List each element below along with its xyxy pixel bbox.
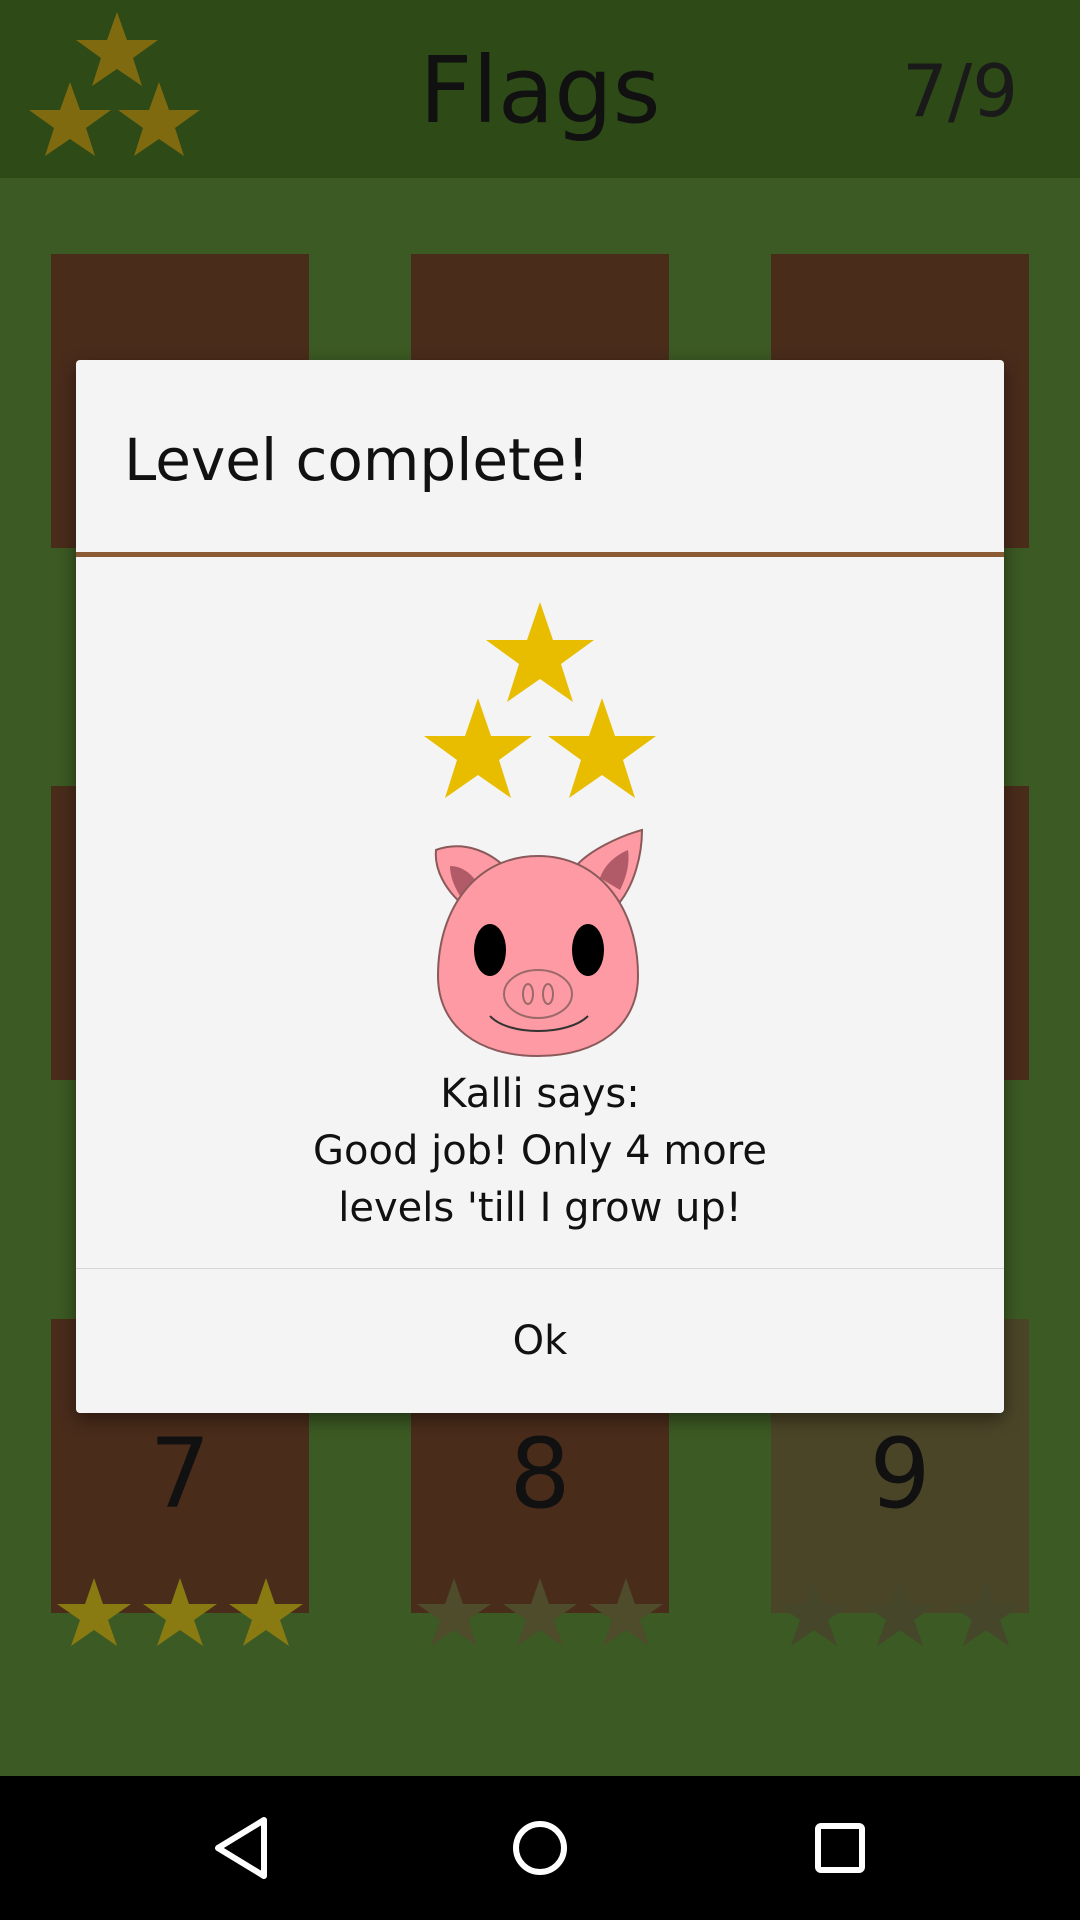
ok-button[interactable]: Ok <box>76 1269 1004 1413</box>
earned-stars-icon <box>424 602 656 798</box>
home-icon[interactable] <box>504 1812 576 1884</box>
dialog-message: Kalli says: Good job! Only 4 more levels… <box>76 1066 1004 1237</box>
message-line: Good job! Only 4 more <box>313 1128 767 1174</box>
dialog-title: Level complete! <box>124 426 590 494</box>
back-icon[interactable] <box>206 1812 278 1884</box>
pig-mascot-icon <box>434 828 644 1058</box>
level-complete-dialog: Level complete! Kalli says: Good job! On… <box>76 360 1004 1413</box>
app-root: Flags 7/9 7 8 9 Level complete! Kalli sa… <box>0 0 1080 1920</box>
message-line: levels 'till I grow up! <box>338 1185 742 1231</box>
recents-icon[interactable] <box>804 1812 876 1884</box>
star-icon <box>486 602 594 702</box>
message-line: Kalli says: <box>440 1071 640 1117</box>
dialog-divider <box>76 552 1004 557</box>
star-icon <box>548 698 656 798</box>
navigation-bar <box>0 1776 1080 1920</box>
star-icon <box>424 698 532 798</box>
